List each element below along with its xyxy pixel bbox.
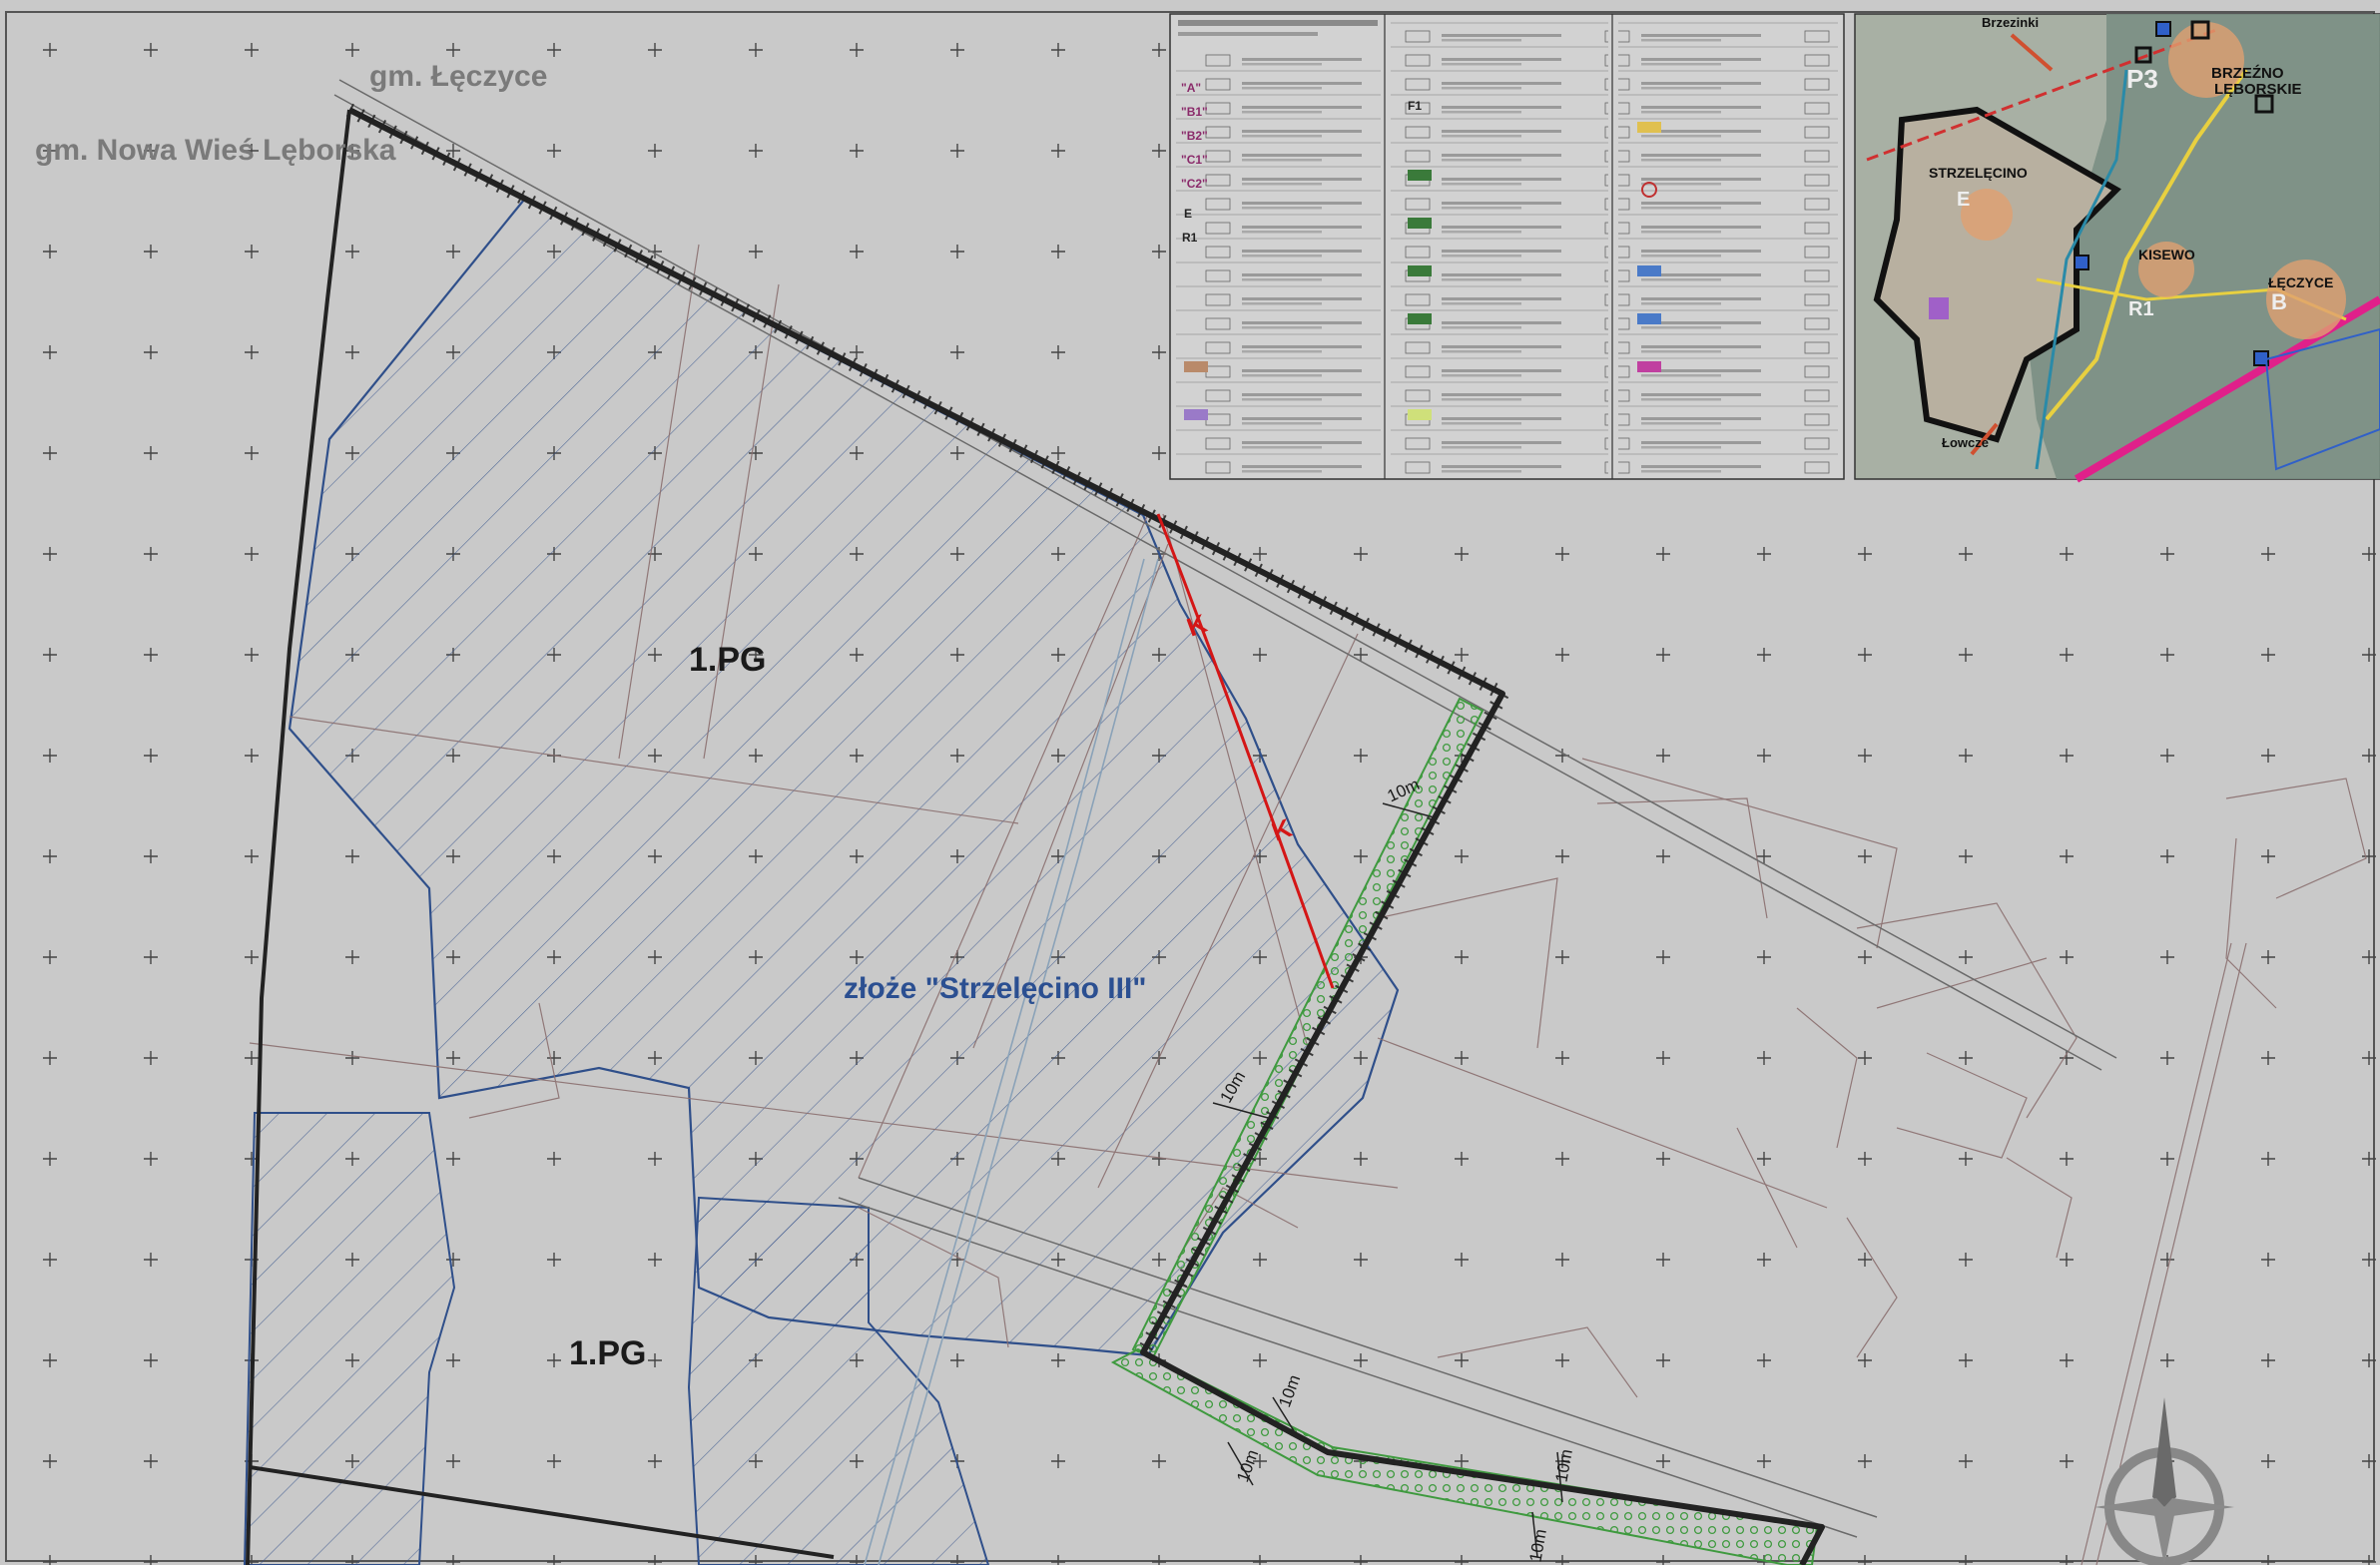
zone-pg-lower-label: 1.PG [569, 1334, 646, 1372]
deposit-hatch-lower [243, 1112, 456, 1565]
legend-code-r1: R1 [1182, 231, 1198, 245]
inset-label-lowcze: Łowcze [1942, 435, 1989, 450]
legend-code-c2: "C2" [1181, 177, 1208, 191]
gmina-leczyce-label: gm. Łęczyce [369, 60, 547, 93]
inset-label-e: E [1957, 189, 1970, 211]
legend-code-a: "A" [1181, 81, 1201, 95]
legend-code-e: E [1184, 207, 1192, 221]
deposit-label: złoże "Strzelęcino III" [844, 972, 1147, 1005]
inset-map: Brzezinki P3 BRZEŹNO LĘBORSKIE STRZELĘCI… [1854, 13, 2380, 483]
legend-panel: "A" "B1" "B2" "C1" "C2" E R1 F1 [1169, 13, 1845, 480]
inset-label-r1: R1 [2128, 298, 2154, 320]
inset-label-b: B [2271, 289, 2287, 314]
gmina-nowa-wies-label: gm. Nowa Wieś Lęborska [35, 134, 396, 167]
legend-code-b2: "B2" [1181, 129, 1208, 143]
inset-label-p3: P3 [2126, 64, 2158, 94]
legend-code-f1: F1 [1408, 99, 1422, 113]
inset-label-leborskie: LĘBORSKIE [2214, 81, 2302, 98]
inset-purple-zone [1929, 297, 1949, 319]
legend-code-b1: "B1" [1181, 105, 1208, 119]
inset-label-kisewo: KISEWO [2138, 247, 2195, 262]
inset-label-brzezinki: Brzezinki [1982, 15, 2039, 30]
planning-map: gm. Łęczyce gm. Nowa Wieś Lęborska 1.PG … [0, 0, 2380, 1565]
inset-marker-blue-3 [2155, 21, 2171, 37]
inset-label-brzezno: BRZEŹNO [2211, 65, 2284, 82]
inset-label-strzelecino: STRZELĘCINO [1929, 165, 2028, 181]
inset-marker-blue-1 [2074, 255, 2089, 270]
legend-code-c1: "C1" [1181, 153, 1208, 167]
zone-pg-upper-label: 1.PG [689, 641, 766, 679]
inset-label-leczyce: ŁĘCZYCE [2268, 274, 2333, 290]
